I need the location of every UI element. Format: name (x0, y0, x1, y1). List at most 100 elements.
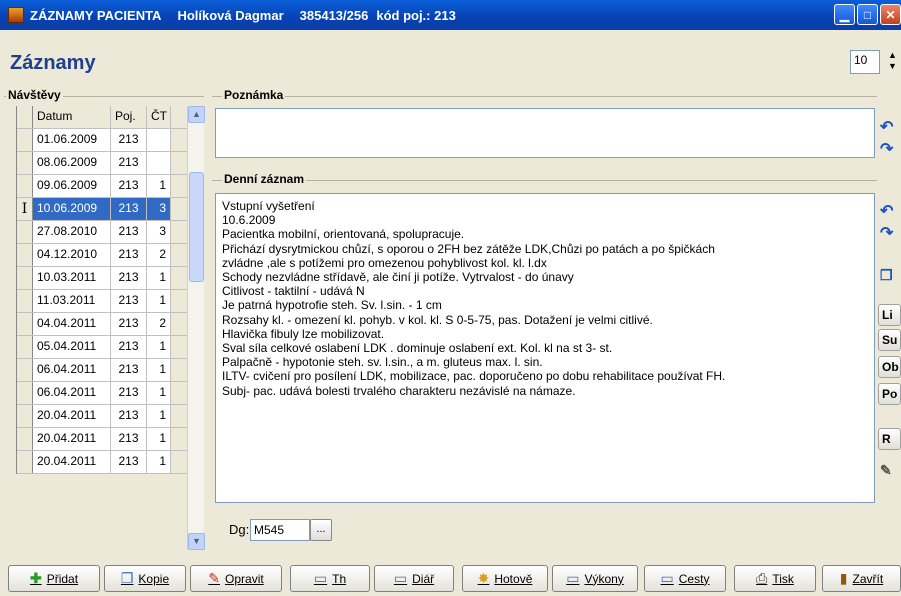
diary-button[interactable]: ▭ Diář (374, 565, 454, 592)
record-line: Palpačně - hypotonie steh. sv. l.sin., a… (222, 355, 543, 370)
table-body: 01.06.2009 213 08.06.2009 213 09.06.2009 213 1… (17, 129, 204, 474)
table-row[interactable]: 06.04.2011 213 1 (17, 382, 204, 405)
scroll-thumb[interactable] (189, 172, 204, 282)
add-button[interactable]: ✚ Přidat (8, 565, 100, 592)
plus-icon: ✚ (29, 570, 42, 586)
side-button-li[interactable]: Li (878, 304, 901, 326)
patient-name: Holíková Dagmar (177, 7, 284, 23)
maximize-icon: □ (863, 7, 872, 22)
cell-ct: 1 (147, 175, 171, 197)
cell-ct: 3 (147, 198, 171, 220)
redo-icon[interactable]: ↷ (880, 139, 901, 158)
cell-date: 04.04.2011 (33, 313, 111, 335)
cash-button[interactable]: ✸ Hotově (462, 565, 548, 592)
row-indicator (17, 290, 33, 312)
copy-icon: ❐ (120, 570, 134, 586)
table-row[interactable]: 01.06.2009 213 (17, 129, 204, 152)
edit-button[interactable]: ✎ Opravit (190, 565, 282, 592)
record-line: Schody nezvládne střídavě, ale činí ji p… (222, 270, 574, 285)
cell-date: 06.04.2011 (33, 382, 111, 404)
table-row[interactable]: 09.06.2009 213 1 (17, 175, 204, 198)
visits-scrollbar[interactable]: ▲ ▼ (187, 106, 205, 550)
trips-button[interactable]: ▭ Cesty (644, 565, 726, 592)
cell-ct: 2 (147, 313, 171, 335)
table-row[interactable]: 27.08.2010 213 3 (17, 221, 204, 244)
record-line: Vstupní vyšetření (222, 199, 315, 213)
table-row[interactable]: 06.04.2011 213 1 (17, 359, 204, 382)
record-line: Hlavička fibuly lze mobilizovat. (222, 326, 385, 341)
cell-date: 09.06.2009 (33, 175, 111, 197)
diagnosis-browse-button[interactable]: ... (310, 519, 332, 541)
insurer-code: kód poj.: 213 (376, 7, 456, 23)
print-button[interactable]: ⎙ Tisk (734, 565, 816, 592)
table-row[interactable]: 20.04.2011 213 1 (17, 451, 204, 474)
table-row[interactable]: 20.04.2011 213 1 (17, 428, 204, 451)
undo-icon[interactable]: ↶ (880, 117, 901, 136)
daily-record-textarea[interactable]: Vstupní vyšetření 10.6.2009 Pacientka mobi… (215, 193, 875, 503)
row-indicator (17, 336, 33, 358)
copy-button[interactable]: ❐ Kopie (104, 565, 186, 592)
page-size-stepper[interactable]: ▲ ▼ (884, 50, 901, 74)
table-row[interactable]: 04.12.2010 213 2 (17, 244, 204, 267)
cell-insurer: 213 (111, 359, 147, 381)
side-button-po[interactable]: Po (878, 383, 901, 405)
record-line: zvládne ,ale s potížemi pro omezenou poh… (222, 255, 547, 270)
page-size-input[interactable]: 10 (850, 50, 880, 74)
cell-date: 10.03.2011 (33, 267, 111, 289)
table-row[interactable]: 05.04.2011 213 1 (17, 336, 204, 359)
table-row[interactable]: 11.03.2011 213 1 (17, 290, 204, 313)
row-indicator (17, 175, 33, 197)
table-row[interactable]: I 10.06.2009 213 3 (17, 198, 204, 221)
side-button-r[interactable]: R (878, 428, 901, 450)
col-header-ct[interactable]: ČT (147, 106, 171, 128)
copy-record-icon[interactable]: ❐ (880, 267, 901, 285)
table-row[interactable]: 20.04.2011 213 1 (17, 405, 204, 428)
procedures-button[interactable]: ▭ Výkony (552, 565, 638, 592)
record-group-line (212, 180, 877, 181)
record-line: Pacientka mobilní, orientovaná, spolupra… (222, 227, 465, 242)
record-undo-icon[interactable]: ↶ (880, 201, 901, 220)
window-icon: ▭ (660, 570, 674, 586)
row-indicator (17, 405, 33, 427)
scroll-down-icon[interactable]: ▼ (188, 533, 205, 550)
cell-ct: 1 (147, 359, 171, 381)
note-textarea[interactable] (215, 108, 875, 158)
cell-date: 20.04.2011 (33, 451, 111, 473)
row-indicator (17, 359, 33, 381)
record-line: ILTV- cvičení pro posílení LDK, mobiliza… (222, 369, 726, 384)
minimize-button[interactable]: ▁ (834, 4, 855, 25)
cell-ct: 1 (147, 290, 171, 312)
minimize-icon: ▁ (839, 7, 850, 22)
cell-date: 05.04.2011 (33, 336, 111, 358)
close-window-button[interactable]: ▮ Zavřít (822, 565, 901, 592)
coins-icon: ✸ (477, 570, 490, 586)
cell-insurer: 213 (111, 198, 147, 220)
side-button-ob[interactable]: Ob (878, 356, 901, 378)
cell-date: 27.08.2010 (33, 221, 111, 243)
side-button-su[interactable]: Su (878, 329, 901, 351)
scroll-up-icon[interactable]: ▲ (188, 106, 205, 123)
table-row[interactable]: 10.03.2011 213 1 (17, 267, 204, 290)
spin-up-icon[interactable]: ▲ (884, 50, 901, 61)
window-icon: ▭ (393, 570, 408, 586)
th-button[interactable]: ▭ Th (290, 565, 370, 592)
maximize-button[interactable]: □ (857, 4, 878, 25)
spin-down-icon[interactable]: ▼ (884, 61, 901, 72)
cell-date: 20.04.2011 (33, 428, 111, 450)
record-line: Je patrná hypotrofie steh. Sv. l.sin. - … (222, 298, 442, 313)
table-row[interactable]: 04.04.2011 213 2 (17, 313, 204, 336)
record-line: Subj- pac. udává bolesti trvalého charak… (222, 383, 576, 398)
col-header-insurer[interactable]: Poj. (111, 106, 147, 128)
visits-table: Datum Poj. ČT 01.06.2009 213 08.06.2009 213… (16, 106, 204, 474)
title-bar: ZÁZNAMY PACIENTA Holíková Dagmar 385413/… (0, 0, 901, 30)
cell-date: 20.04.2011 (33, 405, 111, 427)
close-icon: ✕ (885, 7, 896, 22)
table-row[interactable]: 08.06.2009 213 (17, 152, 204, 175)
cell-ct: 2 (147, 244, 171, 266)
col-header-date[interactable]: Datum (33, 106, 111, 128)
pen-icon[interactable]: ✎ (880, 462, 901, 480)
record-redo-icon[interactable]: ↷ (880, 223, 901, 242)
close-button[interactable]: ✕ (880, 4, 901, 25)
diagnosis-input[interactable]: M545 (250, 519, 310, 541)
cell-date: 08.06.2009 (33, 152, 111, 174)
